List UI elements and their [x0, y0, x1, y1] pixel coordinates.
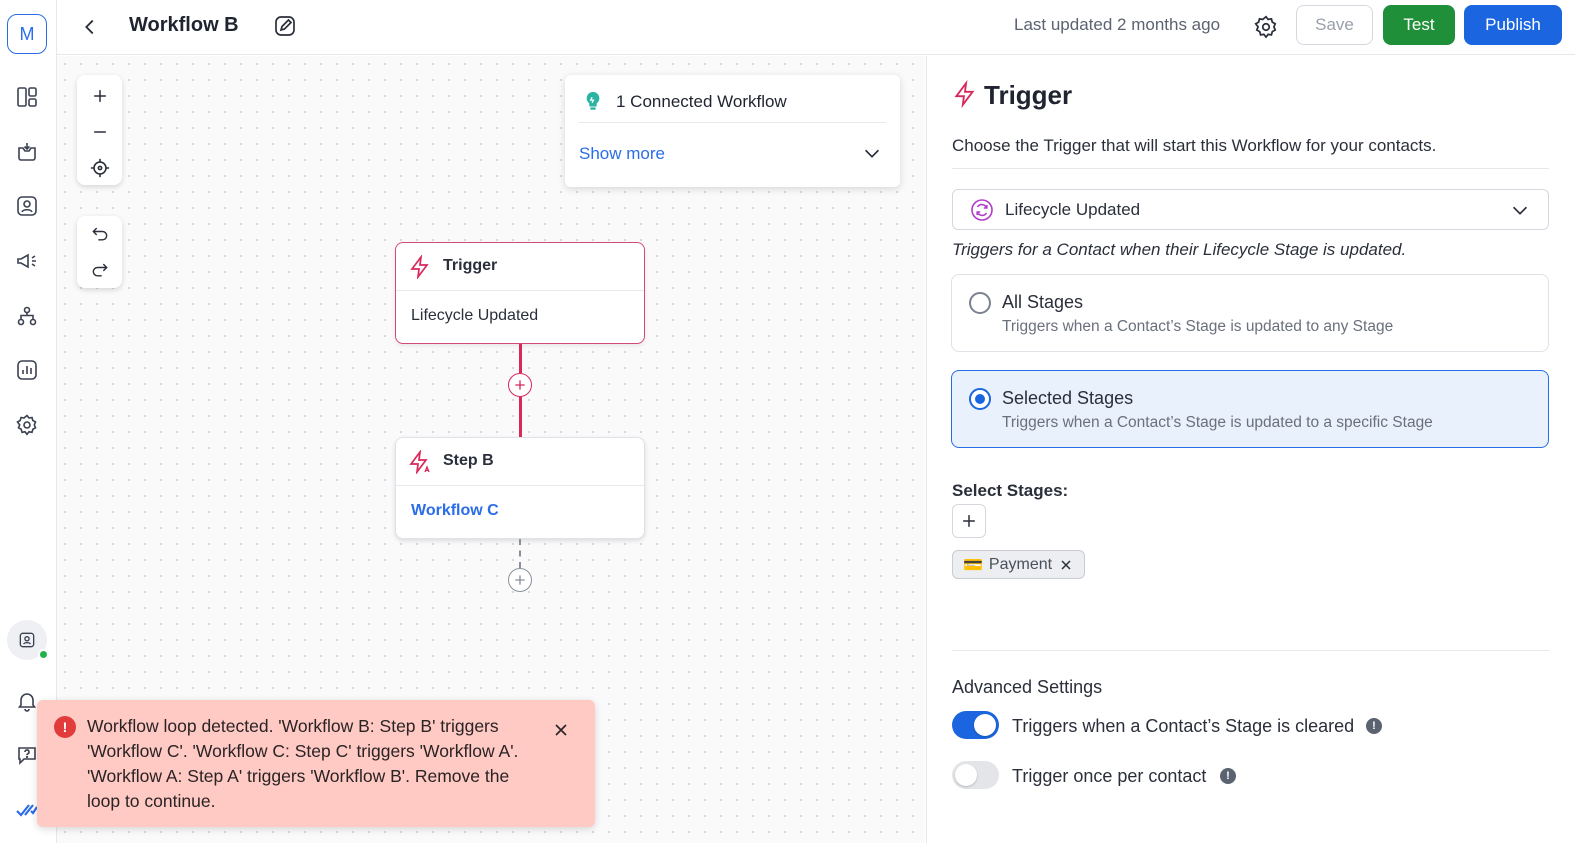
add-step-end-button[interactable]: [508, 568, 532, 592]
trigger-type-value: Lifecycle Updated: [1005, 200, 1141, 219]
option-title: All Stages: [1002, 292, 1084, 312]
connected-workflows-card: 1 Connected Workflow Show more: [565, 75, 900, 187]
workflow-icon[interactable]: [12, 301, 42, 331]
contacts-icon[interactable]: [12, 191, 42, 221]
panel-description: Choose the Trigger that will start this …: [952, 136, 1437, 155]
layout-icon[interactable]: [12, 82, 42, 112]
step-node[interactable]: Step B Workflow C: [395, 437, 645, 539]
recenter-button[interactable]: [85, 153, 114, 182]
trigger-type-select[interactable]: Lifecycle Updated: [952, 189, 1549, 230]
advanced-settings-heading: Advanced Settings: [952, 677, 1103, 697]
radio-button[interactable]: [969, 388, 991, 410]
status-icon: [19, 632, 35, 648]
lightning-icon: [406, 253, 434, 281]
chevron-left-icon: [85, 19, 94, 35]
test-button[interactable]: Test: [1383, 5, 1455, 45]
connector-line: [519, 397, 522, 437]
undo-button[interactable]: [85, 219, 114, 248]
stage-chip-payment: 💳 Payment: [952, 550, 1086, 579]
reports-icon[interactable]: [12, 355, 42, 385]
plus-icon: [963, 515, 975, 527]
connected-workflow-count: 1 Connected Workflow: [616, 92, 787, 111]
close-toast-button[interactable]: [548, 717, 574, 743]
zoom-controls: [77, 75, 122, 185]
option-description: Triggers when a Contact’s Stage is updat…: [1002, 318, 1394, 335]
workspace-avatar[interactable]: M: [7, 14, 47, 54]
error-message: Workflow loop detected. 'Workflow B: Ste…: [87, 716, 519, 811]
select-stages-label: Select Stages:: [952, 481, 1069, 500]
step-node-link[interactable]: Workflow C: [411, 502, 499, 520]
panel-title: Trigger: [984, 80, 1073, 110]
edit-title-button[interactable]: [269, 10, 301, 42]
radio-button[interactable]: [969, 292, 991, 314]
zoom-in-button[interactable]: [85, 81, 114, 110]
credit-card-emoji: 💳: [963, 556, 983, 574]
add-stage-button[interactable]: [952, 504, 986, 538]
online-status-dot: [38, 649, 49, 660]
add-step-button[interactable]: [508, 373, 532, 397]
option-title: Selected Stages: [1002, 388, 1134, 408]
plus-icon: [515, 575, 525, 585]
connector-line: [519, 344, 522, 373]
divider: [952, 168, 1549, 169]
expand-connected-button[interactable]: [858, 139, 886, 167]
zoom-out-button[interactable]: [85, 117, 114, 146]
workflow-title: Workflow B: [129, 14, 239, 36]
redo-icon: [92, 263, 108, 277]
edit-icon: [275, 16, 295, 36]
agent-status-button[interactable]: [7, 620, 49, 660]
error-icon: !: [54, 716, 76, 738]
lifecycle-icon: [968, 196, 996, 224]
undo-icon: [91, 227, 107, 241]
close-icon: [1061, 559, 1071, 570]
option-all-stages[interactable]: All Stages Triggers when a Contact’s Sta…: [951, 274, 1549, 352]
divider: [952, 650, 1549, 651]
toggle-label: Trigger once per contact: [1012, 766, 1207, 786]
history-controls: [77, 216, 122, 288]
back-button[interactable]: [75, 12, 105, 42]
gear-icon: [1254, 15, 1277, 39]
lightning-icon: [951, 78, 979, 110]
info-icon[interactable]: !: [1220, 768, 1236, 784]
top-header: Workflow B Last updated 2 months ago Sav…: [57, 0, 1575, 55]
connector-dashed-line: [519, 539, 521, 568]
close-icon: [555, 724, 567, 736]
redo-button[interactable]: [85, 255, 114, 284]
trigger-hint: Triggers for a Contact when their Lifecy…: [952, 240, 1407, 259]
minus-icon: [93, 130, 106, 133]
publish-button[interactable]: Publish: [1464, 5, 1562, 45]
error-toast: ! Workflow loop detected. 'Workflow B: S…: [37, 700, 595, 827]
last-updated-text: Last updated 2 months ago: [1014, 15, 1221, 34]
show-more-link[interactable]: Show more: [579, 144, 665, 164]
trigger-node-title: Trigger: [443, 257, 498, 274]
settings-icon[interactable]: [12, 410, 42, 440]
chevron-down-icon: [1506, 196, 1534, 224]
trigger-node[interactable]: Trigger Lifecycle Updated: [395, 242, 645, 344]
inbox-icon[interactable]: [12, 137, 42, 167]
info-icon[interactable]: !: [1366, 718, 1382, 734]
toggle-label: Triggers when a Contact’s Stage is clear…: [1012, 716, 1355, 736]
broadcast-icon[interactable]: [12, 246, 42, 276]
workflow-settings-button[interactable]: [1249, 10, 1283, 44]
option-description: Triggers when a Contact’s Stage is updat…: [1002, 414, 1433, 431]
step-node-title: Step B: [443, 452, 494, 469]
lightning-action-icon: [406, 448, 434, 476]
save-button[interactable]: Save: [1296, 5, 1373, 45]
lightbulb-icon: [579, 87, 607, 115]
option-selected-stages[interactable]: Selected Stages Triggers when a Contact’…: [951, 370, 1549, 448]
toggle-once-per-contact[interactable]: [952, 761, 999, 789]
crosshair-icon: [90, 158, 109, 177]
chevron-down-icon: [864, 149, 880, 158]
plus-icon: [515, 380, 525, 390]
remove-chip-button[interactable]: [1058, 557, 1074, 573]
trigger-node-value: Lifecycle Updated: [411, 307, 539, 324]
stage-chip-label: Payment: [988, 555, 1053, 573]
toggle-stage-cleared[interactable]: [952, 711, 999, 739]
plus-icon: [93, 89, 106, 102]
trigger-settings-panel: Trigger Choose the Trigger that will sta…: [926, 56, 1575, 843]
